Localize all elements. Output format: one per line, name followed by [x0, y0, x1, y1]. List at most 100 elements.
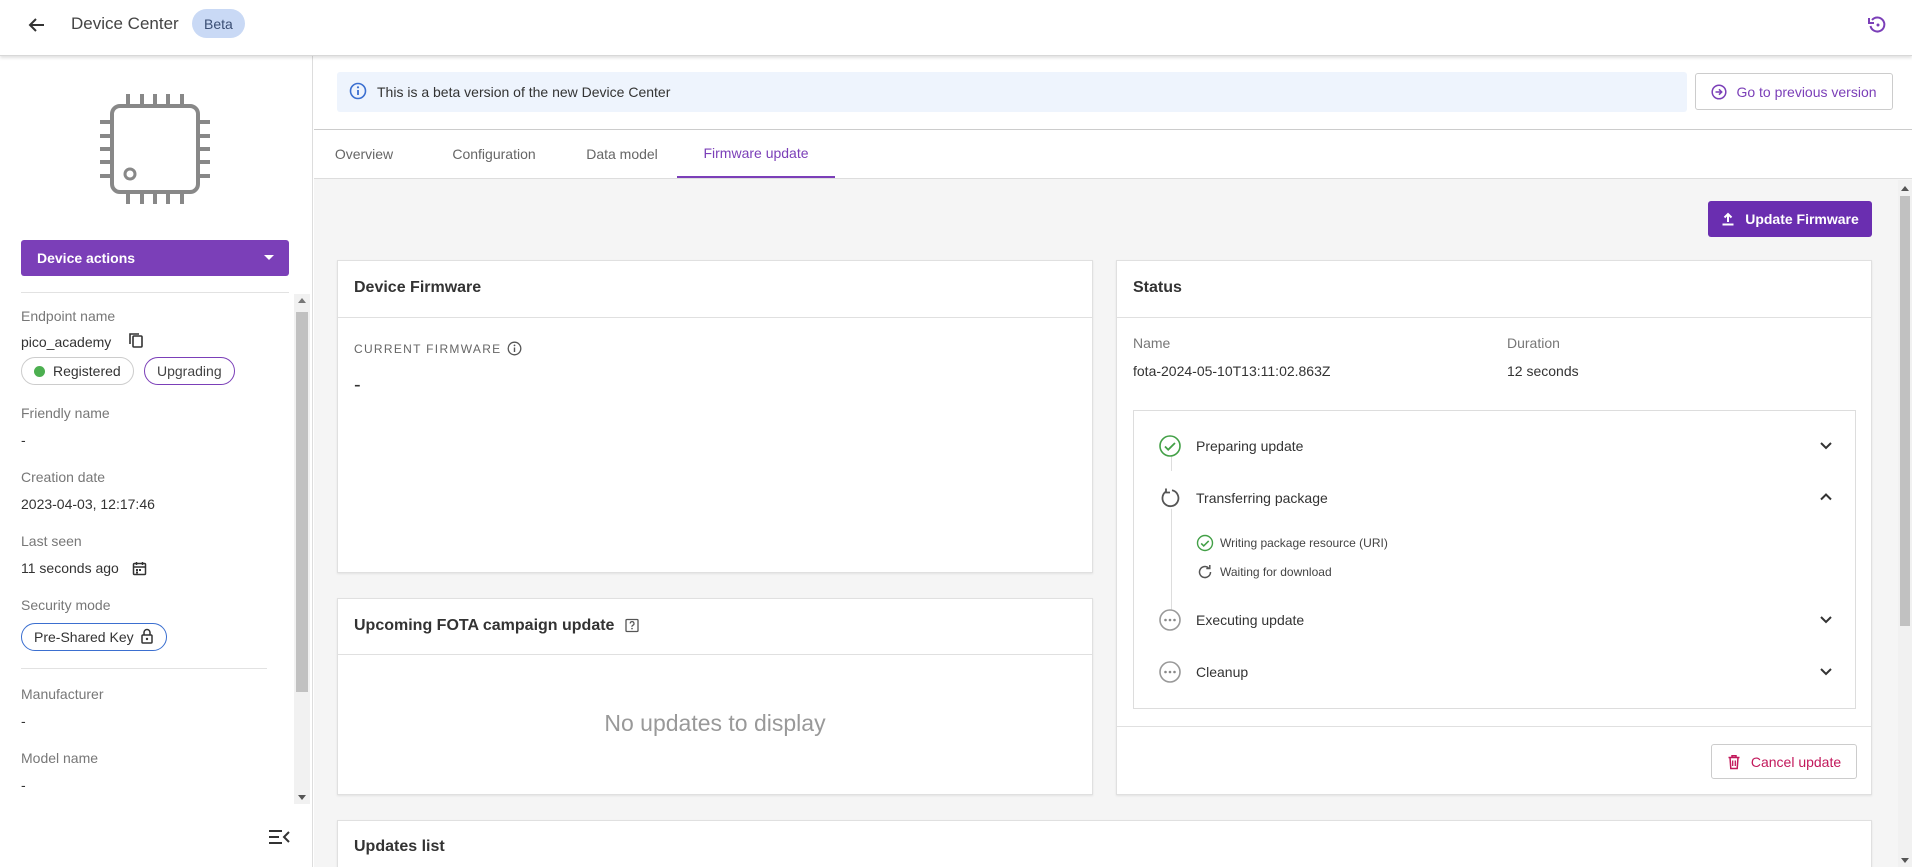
pending-dots-icon: [1159, 609, 1181, 631]
divider: [1117, 726, 1871, 727]
banner-area: This is a beta version of the new Device…: [314, 56, 1912, 129]
divider: [338, 654, 1092, 655]
back-arrow-icon[interactable]: [24, 12, 50, 38]
device-actions-button[interactable]: Device actions: [21, 240, 289, 276]
info-icon[interactable]: [507, 341, 522, 356]
previous-version-label: Go to previous version: [1736, 83, 1877, 100]
top-bar: Device Center Beta: [0, 0, 1912, 56]
green-dot-icon: [34, 365, 45, 377]
update-firmware-label: Update Firmware: [1745, 211, 1859, 227]
device-actions-label: Device actions: [37, 250, 136, 266]
fota-card-header: Upcoming FOTA campaign update: [354, 617, 640, 635]
no-updates-message: No updates to display: [604, 710, 826, 736]
step-label: Preparing update: [1196, 438, 1304, 454]
security-mode-badge: Pre-Shared Key: [21, 623, 167, 651]
security-mode-label: Security mode: [21, 597, 111, 613]
scroll-up-arrow-icon[interactable]: [298, 298, 306, 303]
status-name-value: fota-2024-05-10T13:11:02.863Z: [1133, 363, 1331, 379]
friendly-name-label: Friendly name: [21, 405, 110, 421]
caret-down-icon: [264, 255, 274, 260]
divider: [21, 668, 267, 669]
beta-info-banner: This is a beta version of the new Device…: [337, 72, 1687, 112]
endpoint-name-value: pico_academy: [21, 334, 112, 350]
main-scrollbar[interactable]: [1898, 180, 1912, 867]
step-transferring-package[interactable]: Transferring package: [1158, 485, 1848, 511]
step-label: Executing update: [1196, 612, 1305, 628]
scroll-up-arrow-icon[interactable]: [1901, 186, 1909, 191]
device-sidebar: Device actions Endpoint name pico_academ…: [0, 56, 313, 867]
copy-icon[interactable]: [128, 332, 144, 348]
collapse-sidebar-icon[interactable]: [268, 828, 290, 849]
tab-bar: Overview Configuration Data model Firmwa…: [314, 129, 1912, 179]
previous-version-button[interactable]: Go to previous version: [1695, 73, 1893, 110]
updates-list-title: Updates list: [354, 838, 445, 855]
status-duration-label: Duration: [1507, 335, 1560, 351]
status-title: Status: [1133, 279, 1182, 296]
pending-dots-icon: [1159, 661, 1181, 683]
tab-configuration[interactable]: Configuration: [430, 130, 558, 178]
creation-date-value: 2023-04-03, 12:17:46: [21, 496, 155, 512]
substep-label: Waiting for download: [1220, 565, 1332, 579]
scroll-down-arrow-icon[interactable]: [298, 795, 306, 800]
app-title: Device Center: [71, 14, 179, 33]
in-progress-icon: [1159, 487, 1181, 509]
device-info-panel: Endpoint name pico_academy Registered Up…: [0, 294, 313, 804]
divider: [1117, 317, 1871, 318]
updates-list-card: Updates list: [337, 820, 1872, 867]
check-circle-icon: [1159, 435, 1181, 457]
step-executing-update[interactable]: Executing update: [1158, 607, 1848, 633]
manufacturer-label: Manufacturer: [21, 686, 104, 702]
update-status-card: Status Name fota-2024-05-10T13:11:02.863…: [1116, 260, 1872, 795]
last-seen-label: Last seen: [21, 533, 82, 549]
status-name-label: Name: [1133, 335, 1171, 351]
chevron-up-icon[interactable]: [1818, 489, 1834, 508]
last-seen-value: 11 seconds ago: [21, 560, 119, 576]
status-duration-value: 12 seconds: [1507, 363, 1579, 379]
upgrading-label: Upgrading: [157, 363, 222, 379]
upgrading-status-badge: Upgrading: [144, 357, 235, 385]
cancel-update-label: Cancel update: [1750, 753, 1842, 770]
manufacturer-value: -: [21, 713, 26, 729]
chevron-down-icon[interactable]: [1818, 663, 1834, 682]
scrollbar-thumb[interactable]: [296, 312, 308, 692]
update-firmware-button[interactable]: Update Firmware: [1708, 201, 1872, 237]
substep-waiting-download: Waiting for download: [1196, 562, 1332, 582]
sidebar-scrollbar[interactable]: [294, 294, 310, 804]
history-refresh-icon[interactable]: [1864, 12, 1890, 38]
current-firmware-label-text: CURRENT FIRMWARE: [354, 341, 502, 356]
step-cleanup[interactable]: Cleanup: [1158, 659, 1848, 685]
friendly-name-value: -: [21, 432, 26, 448]
main-content: This is a beta version of the new Device…: [314, 56, 1912, 867]
creation-date-label: Creation date: [21, 469, 106, 485]
beta-badge: Beta: [192, 9, 245, 38]
refresh-icon: [1198, 565, 1212, 579]
divider: [21, 292, 289, 293]
scrollbar-thumb[interactable]: [1900, 196, 1910, 626]
scroll-down-arrow-icon[interactable]: [1901, 858, 1909, 863]
help-icon[interactable]: [624, 618, 640, 634]
tab-data-model[interactable]: Data model: [567, 130, 677, 178]
fota-title: Upcoming FOTA campaign update: [354, 617, 615, 634]
registered-status-badge: Registered: [21, 357, 134, 385]
device-firmware-card: Device Firmware CURRENT FIRMWARE -: [337, 260, 1093, 573]
chevron-down-icon[interactable]: [1818, 437, 1834, 456]
registered-label: Registered: [53, 363, 121, 379]
substep-writing-package: Writing package resource (URI): [1196, 533, 1388, 553]
current-firmware-label: CURRENT FIRMWARE: [354, 341, 522, 356]
tab-overview[interactable]: Overview: [323, 130, 405, 178]
calendar-icon[interactable]: [132, 561, 147, 579]
step-label: Transferring package: [1196, 490, 1328, 506]
check-circle-icon: [1196, 534, 1214, 552]
lock-icon: [140, 628, 154, 647]
tab-firmware-update[interactable]: Firmware update: [677, 130, 835, 178]
device-chip-icon: [98, 92, 212, 209]
chevron-down-icon[interactable]: [1818, 611, 1834, 630]
divider: [338, 317, 1092, 318]
cancel-update-button[interactable]: Cancel update: [1711, 744, 1857, 779]
step-label: Cleanup: [1196, 664, 1249, 680]
update-steps-list: Preparing update Transferring package Wr…: [1133, 410, 1856, 709]
info-icon: [349, 82, 367, 103]
current-firmware-value: -: [354, 374, 361, 396]
device-firmware-title: Device Firmware: [354, 279, 482, 296]
step-preparing-update[interactable]: Preparing update: [1158, 433, 1848, 459]
